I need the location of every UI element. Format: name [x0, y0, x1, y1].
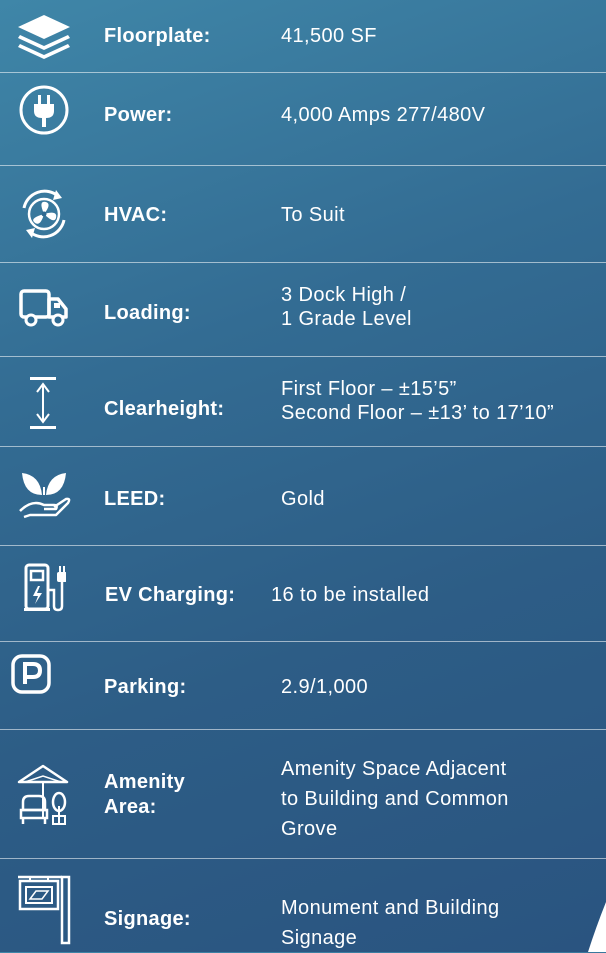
- ev-charger-icon: [14, 560, 74, 616]
- spec-row-ev-charging: EV Charging: 16 to be installed: [0, 546, 606, 640]
- spec-row-floorplate: Floorplate: 41,500 SF: [0, 0, 606, 72]
- spec-row-parking: Parking: 2.9/1,000: [0, 642, 606, 728]
- spec-label: Parking:: [104, 676, 187, 698]
- spec-value: 3 Dock High / 1 Grade Level: [281, 284, 412, 330]
- spec-row-hvac: HVAC: To Suit: [0, 166, 606, 261]
- spec-value: 4,000 Amps 277/480V: [281, 104, 486, 126]
- spec-label: Loading:: [104, 302, 191, 324]
- spec-label: Signage:: [104, 908, 191, 930]
- sign-icon: [14, 869, 74, 945]
- truck-icon: [14, 283, 74, 333]
- corner-decoration: [588, 902, 606, 952]
- height-arrow-icon: [14, 373, 74, 433]
- spec-label: Floorplate:: [104, 25, 211, 47]
- spec-value: Monument and Building Signage: [281, 897, 500, 949]
- spec-value: 2.9/1,000: [281, 676, 369, 698]
- spec-value: Gold: [281, 488, 325, 510]
- power-plug-icon: [14, 85, 74, 135]
- spec-row-power: Power: 4,000 Amps 277/480V: [0, 73, 606, 164]
- leaf-hand-icon: [14, 463, 74, 523]
- spec-row-clearheight: Clearheight: First Floor – ±15’5” Second…: [0, 357, 606, 445]
- spec-row-amenity-area: Amenity Area: Amenity Space Adjacent to …: [0, 730, 606, 857]
- spec-row-loading: Loading: 3 Dock High / 1 Grade Level: [0, 263, 606, 355]
- amenity-umbrella-icon: [14, 760, 74, 828]
- spec-label: Clearheight:: [104, 398, 225, 420]
- spec-label: Amenity Area:: [104, 771, 186, 818]
- spec-value: To Suit: [281, 204, 345, 226]
- spec-label: LEED:: [104, 488, 166, 510]
- spec-label: Power:: [104, 104, 173, 126]
- spec-row-leed: LEED: Gold: [0, 447, 606, 544]
- spec-label: HVAC:: [104, 204, 168, 226]
- spec-value: 41,500 SF: [281, 25, 377, 47]
- fan-icon: [14, 186, 74, 242]
- spec-row-signage: Signage: Monument and Building Signage: [0, 859, 606, 952]
- spec-value: First Floor – ±15’5” Second Floor – ±13’…: [281, 378, 555, 424]
- parking-icon: [6, 654, 56, 694]
- spec-label: EV Charging:: [105, 584, 236, 606]
- layers-icon: [14, 6, 74, 66]
- spec-value: Amenity Space Adjacent to Building and C…: [281, 758, 509, 840]
- spec-value: 16 to be installed: [271, 584, 430, 606]
